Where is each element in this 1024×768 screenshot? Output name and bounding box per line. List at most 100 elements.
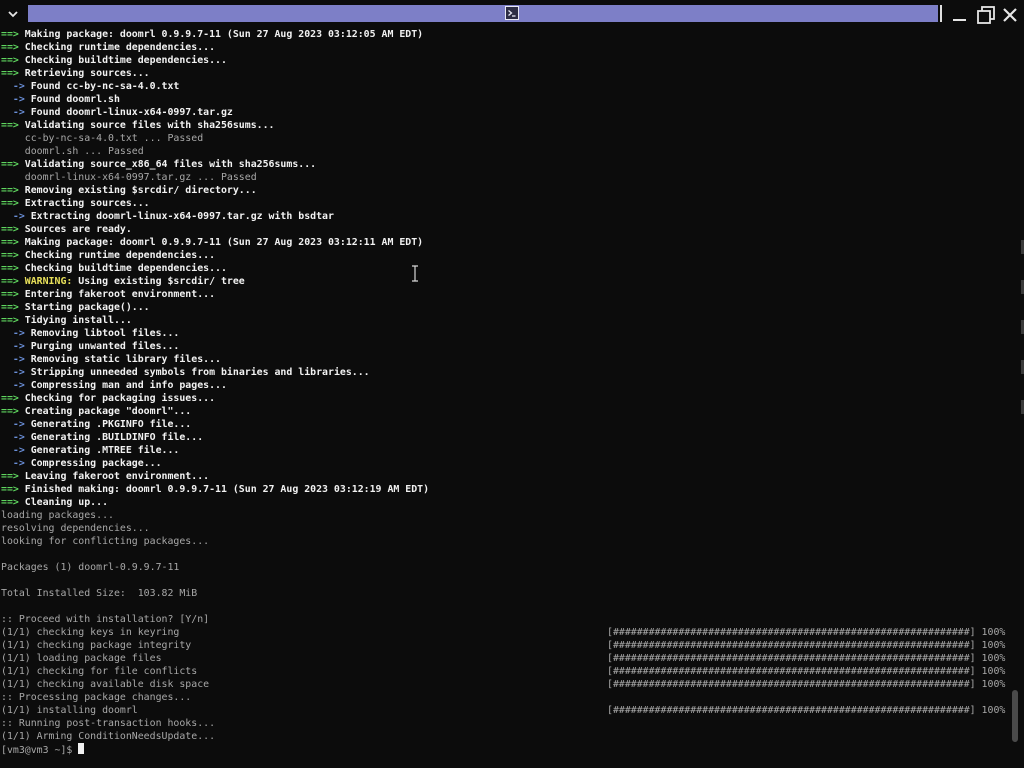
sub-arrow-prefix: -> — [1, 458, 31, 469]
maximize-button[interactable] — [976, 5, 996, 25]
title-strip-edge — [940, 5, 942, 22]
arrow-prefix: ==> — [1, 315, 25, 326]
terminal-line: ==> Finished making: doomrl 0.9.9.7-11 (… — [1, 483, 1009, 496]
line-text: Checking buildtime dependencies... — [24, 55, 227, 66]
line-text: loading packages... — [1, 510, 114, 521]
line-text: Packages (1) doomrl-0.9.9.7-11 — [1, 562, 180, 573]
minimize-button[interactable] — [950, 5, 970, 25]
terminal-line: cc-by-nc-sa-4.0.txt ... Passed — [1, 132, 1009, 145]
line-text: :: Proceed with installation? [Y/n] — [1, 614, 210, 625]
chevron-down-icon — [8, 11, 18, 18]
line-text: Tidying install... — [24, 315, 132, 326]
line-text: Using existing $srcdir/ tree — [72, 276, 245, 287]
arrow-prefix: ==> — [1, 224, 25, 235]
line-text: Generating .BUILDINFO file... — [30, 432, 204, 443]
warning-label: WARNING: — [24, 276, 73, 287]
line-text: doomrl-linux-x64-0997.tar.gz ... Passed — [1, 172, 257, 183]
terminal-line: ==> Extracting sources... — [1, 197, 1009, 210]
terminal-line: :: Processing package changes... — [1, 691, 1009, 704]
progress-bar: [#######################################… — [607, 666, 1006, 677]
terminal-line: -> Generating .MTREE file... — [1, 444, 1009, 457]
title-bar — [0, 0, 1024, 28]
terminal-line: (1/1) checking package integrity [#######… — [1, 639, 1009, 652]
terminal-line: resolving dependencies... — [1, 522, 1009, 535]
line-text: :: Processing package changes... — [1, 692, 192, 703]
line-text: Entering fakeroot environment... — [24, 289, 216, 300]
terminal-line: -> Compressing man and info pages... — [1, 379, 1009, 392]
arrow-prefix: ==> — [1, 471, 25, 482]
sub-arrow-prefix: -> — [1, 81, 31, 92]
line-text: Extracting sources... — [24, 198, 150, 209]
terminal-line: ==> Starting package()... — [1, 301, 1009, 314]
line-text: Generating .MTREE file... — [30, 445, 180, 456]
line-text: (1/1) checking keys in keyring — [1, 627, 180, 638]
line-text: Checking buildtime dependencies... — [24, 263, 227, 274]
terminal-line: doomrl-linux-x64-0997.tar.gz ... Passed — [1, 171, 1009, 184]
line-text: (1/1) checking package integrity — [1, 640, 192, 651]
progress-bar: [#######################################… — [607, 679, 1006, 690]
arrow-prefix: ==> — [1, 302, 25, 313]
terminal-scrollbar[interactable] — [1012, 690, 1018, 742]
line-text: Creating package "doomrl"... — [24, 406, 192, 417]
close-button[interactable] — [1000, 5, 1020, 25]
terminal-line: ==> Removing existing $srcdir/ directory… — [1, 184, 1009, 197]
terminal-line: -> Stripping unneeded symbols from binar… — [1, 366, 1009, 379]
prompt-line[interactable]: [vm3@vm3 ~]$ — [1, 743, 1009, 756]
line-text: Validating source_x86_64 files with sha2… — [24, 159, 317, 170]
sub-arrow-prefix: -> — [1, 107, 31, 118]
terminal-line: ==> Checking buildtime dependencies... — [1, 262, 1009, 275]
line-text: doomrl.sh ... Passed — [1, 146, 144, 157]
line-text: Stripping unneeded symbols from binaries… — [30, 367, 370, 378]
line-text: Compressing man and info pages... — [30, 380, 227, 391]
terminal-icon — [505, 6, 519, 20]
line-text: Generating .PKGINFO file... — [30, 419, 192, 430]
terminal-line: doomrl.sh ... Passed — [1, 145, 1009, 158]
terminal-line: ==> Creating package "doomrl"... — [1, 405, 1009, 418]
terminal-line: -> Removing libtool files... — [1, 327, 1009, 340]
arrow-prefix: ==> — [1, 250, 25, 261]
terminal-line: ==> Checking for packaging issues... — [1, 392, 1009, 405]
arrow-prefix: ==> — [1, 198, 25, 209]
terminal-line: ==> Entering fakeroot environment... — [1, 288, 1009, 301]
shell-prompt: [vm3@vm3 ~]$ — [1, 745, 79, 756]
line-text: :: Running post-transaction hooks... — [1, 718, 216, 729]
line-text: Extracting doomrl-linux-x64-0997.tar.gz … — [30, 211, 334, 222]
line-text: Removing libtool files... — [30, 328, 180, 339]
line-text: (1/1) Arming ConditionNeedsUpdate... — [1, 731, 216, 742]
line-text: Checking runtime dependencies... — [24, 250, 216, 261]
sub-arrow-prefix: -> — [1, 367, 31, 378]
line-text: Found cc-by-nc-sa-4.0.txt — [30, 81, 180, 92]
window-menu-button[interactable] — [2, 4, 24, 24]
sub-arrow-prefix: -> — [1, 94, 31, 105]
window-title-strip[interactable] — [28, 5, 938, 22]
terminal-line: -> Purging unwanted files... — [1, 340, 1009, 353]
line-text: Found doomrl-linux-x64-0997.tar.gz — [30, 107, 233, 118]
line-text: (1/1) loading package files — [1, 653, 162, 664]
terminal-line: -> Found cc-by-nc-sa-4.0.txt — [1, 80, 1009, 93]
sub-arrow-prefix: -> — [1, 341, 31, 352]
sub-arrow-prefix: -> — [1, 211, 31, 222]
terminal-output[interactable]: ==> Making package: doomrl 0.9.9.7-11 (S… — [1, 28, 1009, 764]
terminal-line: Packages (1) doomrl-0.9.9.7-11 — [1, 561, 1009, 574]
terminal-line: (1/1) checking for file conflicts [######… — [1, 665, 1009, 678]
terminal-line: ==> Leaving fakeroot environment... — [1, 470, 1009, 483]
arrow-prefix: ==> — [1, 120, 25, 131]
arrow-prefix: ==> — [1, 406, 25, 417]
terminal-line: ==> Tidying install... — [1, 314, 1009, 327]
line-text: Compressing package... — [30, 458, 162, 469]
terminal-line: (1/1) Arming ConditionNeedsUpdate... — [1, 730, 1009, 743]
progress-bar: [#######################################… — [607, 640, 1006, 651]
line-text: Sources are ready. — [24, 224, 132, 235]
terminal-line: ==> Sources are ready. — [1, 223, 1009, 236]
sub-arrow-prefix: -> — [1, 328, 31, 339]
terminal-line: ==> Checking runtime dependencies... — [1, 249, 1009, 262]
sub-arrow-prefix: -> — [1, 354, 31, 365]
line-text: Validating source files with sha256sums.… — [24, 120, 275, 131]
line-text: (1/1) checking available disk space — [1, 679, 210, 690]
arrow-prefix: ==> — [1, 237, 25, 248]
line-text: Purging unwanted files... — [30, 341, 180, 352]
terminal-line: ==> Making package: doomrl 0.9.9.7-11 (S… — [1, 236, 1009, 249]
